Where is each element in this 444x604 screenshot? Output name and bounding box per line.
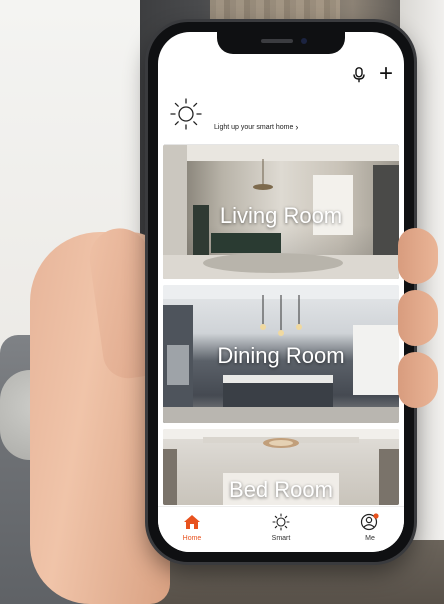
tab-label-home: Home	[182, 535, 202, 542]
bottom-tab-bar: Home Smart Me	[158, 506, 404, 552]
top-bar: +	[158, 60, 404, 90]
room-card-dining[interactable]: Dining Room	[163, 285, 399, 423]
banner-text: Light up your smart home ›	[214, 122, 298, 132]
home-icon	[162, 511, 222, 533]
front-camera	[301, 38, 307, 44]
room-label-bed: Bed Room	[229, 477, 333, 502]
plus-icon[interactable]: +	[374, 60, 398, 88]
room-label-dining: Dining Room	[217, 343, 345, 368]
tab-me[interactable]: Me	[340, 511, 400, 551]
phone: + Light up your smart home › Living Room…	[148, 22, 414, 562]
room-card-bed[interactable]: Bed Room	[163, 429, 399, 505]
banner-label: Light up your smart home	[214, 124, 294, 131]
microphone-icon[interactable]	[348, 64, 370, 86]
user-icon	[340, 511, 400, 533]
tab-smart[interactable]: Smart	[251, 511, 311, 551]
finger	[398, 290, 438, 346]
chevron-right-icon: ›	[295, 122, 299, 132]
sun-icon	[251, 511, 311, 533]
phone-screen: + Light up your smart home › Living Room…	[158, 32, 404, 552]
sun-icon	[166, 94, 206, 134]
tab-label-me: Me	[365, 535, 375, 542]
smart-home-banner[interactable]: Light up your smart home ›	[164, 92, 398, 142]
room-label-living: Living Room	[219, 203, 343, 228]
tab-label-smart: Smart	[271, 535, 291, 542]
finger	[398, 228, 438, 284]
room-card-living[interactable]: Living Room	[163, 145, 399, 279]
speaker-grille	[261, 39, 293, 43]
finger	[398, 352, 438, 408]
phone-notch	[217, 32, 345, 54]
notification-dot	[373, 513, 379, 519]
tab-home[interactable]: Home	[162, 511, 222, 551]
